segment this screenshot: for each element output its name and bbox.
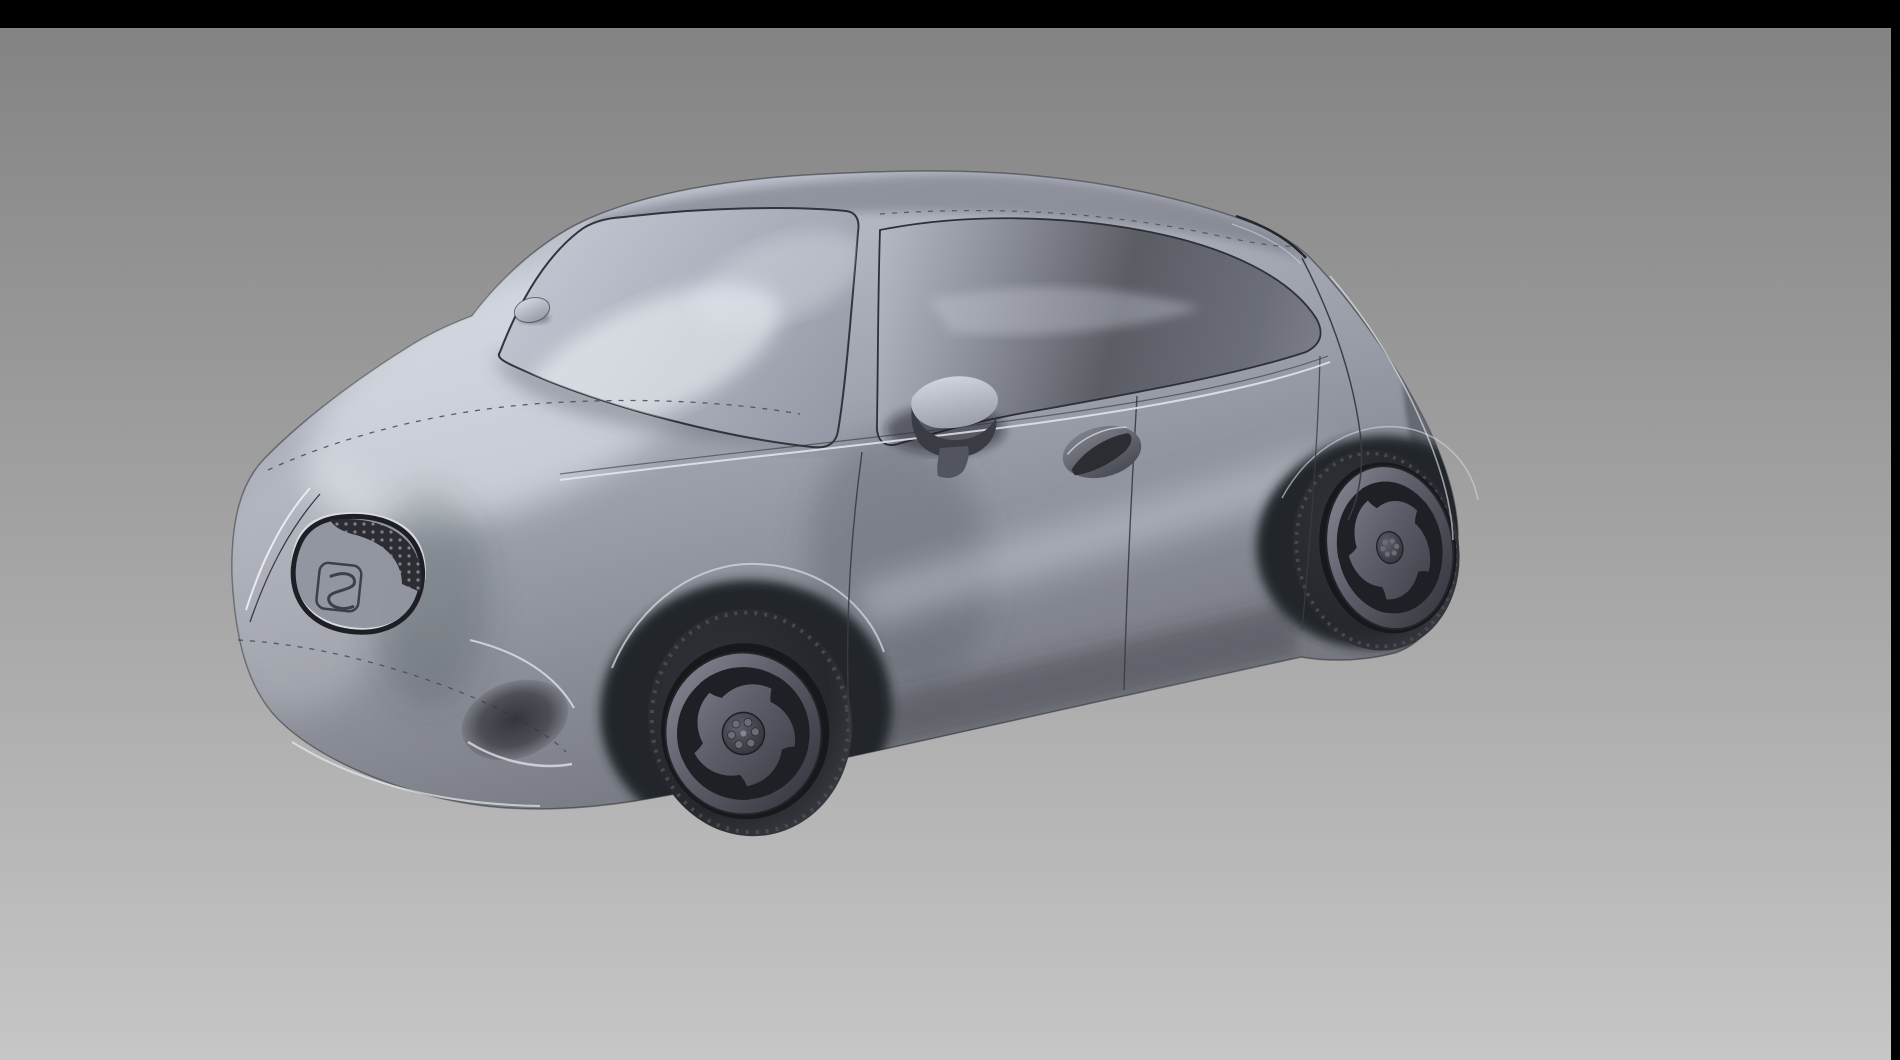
top-black-bar — [0, 0, 1900, 28]
car-model-canvas[interactable] — [0, 0, 1900, 1060]
right-black-bar — [1891, 0, 1900, 1060]
front-grille[interactable] — [292, 513, 424, 632]
cad-application-window — [0, 0, 1900, 1060]
3d-viewport[interactable] — [0, 0, 1900, 1060]
car-model[interactable] — [188, 171, 1517, 855]
